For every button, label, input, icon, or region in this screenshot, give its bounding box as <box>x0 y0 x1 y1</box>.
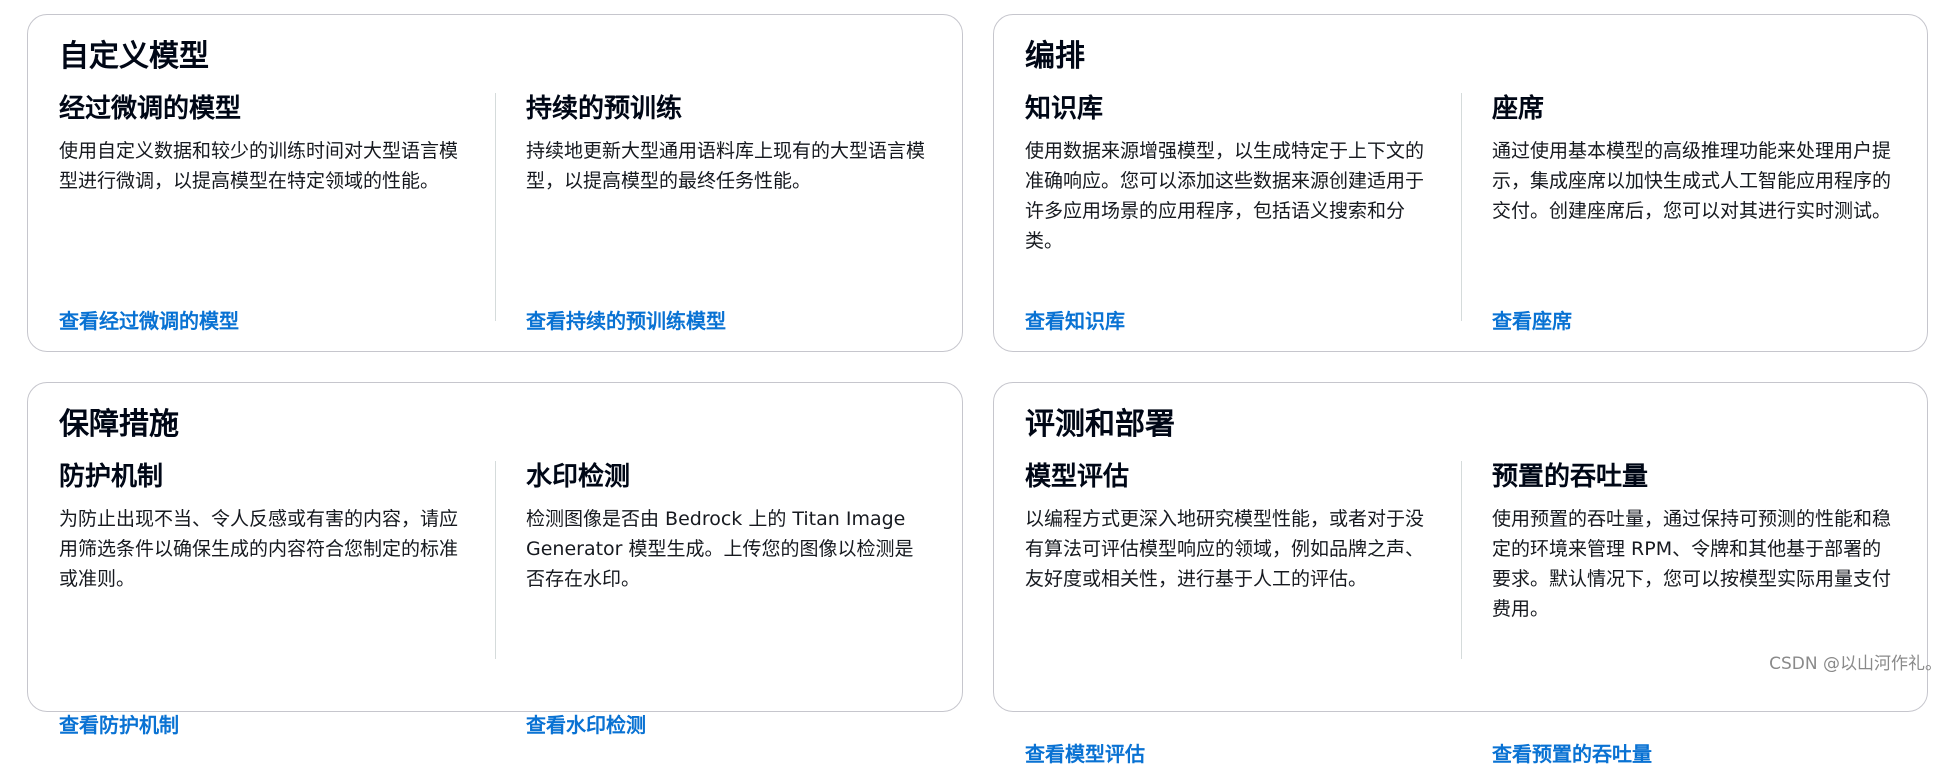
card-title: 自定义模型 <box>59 39 209 74</box>
feature-guardrails: 防护机制 为防止出现不当、令人反感或有害的内容，请应用筛选条件以确保生成的内容符… <box>59 461 459 737</box>
feature-description: 以编程方式更深入地研究模型性能，或者对于没有算法可评估模型响应的领域，例如品牌之… <box>1025 507 1425 590</box>
view-continued-pretraining-link[interactable]: 查看持续的预训练模型 <box>526 305 726 334</box>
safeguards-card: 保障措施 防护机制 为防止出现不当、令人反感或有害的内容，请应用筛选条件以确保生… <box>27 382 963 737</box>
feature-description: 使用数据来源增强模型，以生成特定于上下文的准确响应。您可以添加这些数据来源创建适… <box>1025 139 1425 252</box>
feature-title: 预置的吞吐量 <box>1492 462 1649 492</box>
feature-model-evaluation: 模型评估 以编程方式更深入地研究模型性能，或者对于没有算法可评估模型响应的领域，… <box>1025 461 1425 766</box>
feature-fine-tuned-models: 经过微调的模型 使用自定义数据和较少的训练时间对大型语言模型进行微调，以提高模型… <box>59 93 459 333</box>
card-title: 编排 <box>1025 39 1085 74</box>
view-fine-tuned-models-link[interactable]: 查看经过微调的模型 <box>59 305 239 334</box>
view-guardrails-link[interactable]: 查看防护机制 <box>59 709 179 738</box>
feature-title: 防护机制 <box>59 462 164 492</box>
feature-description: 使用自定义数据和较少的训练时间对大型语言模型进行微调，以提高模型在特定领域的性能… <box>59 139 459 192</box>
feature-agents: 座席 通过使用基本模型的高级推理功能来处理用户提示，集成座席以加快生成式人工智能… <box>1492 93 1892 333</box>
feature-title: 持续的预训练 <box>526 94 683 124</box>
column-divider <box>495 461 496 659</box>
feature-provisioned-throughput: 预置的吞吐量 使用预置的吞吐量，通过保持可预测的性能和稳定的环境来管理 RPM、… <box>1492 461 1892 766</box>
feature-watermark-detection: 水印检测 检测图像是否由 Bedrock 上的 Titan Image Gene… <box>526 461 926 737</box>
feature-title: 经过微调的模型 <box>59 94 242 124</box>
feature-title: 座席 <box>1492 94 1545 124</box>
feature-description: 检测图像是否由 Bedrock 上的 Titan Image Generator… <box>526 507 914 590</box>
feature-continued-pretraining: 持续的预训练 持续地更新大型通用语料库上现有的大型语言模型，以提高模型的最终任务… <box>526 93 926 333</box>
column-divider <box>1461 93 1462 321</box>
custom-models-card: 自定义模型 经过微调的模型 使用自定义数据和较少的训练时间对大型语言模型进行微调… <box>27 14 963 352</box>
feature-title: 知识库 <box>1025 94 1104 124</box>
csdn-watermark: CSDN @以山河作礼。 <box>1769 654 1942 674</box>
view-knowledge-bases-link[interactable]: 查看知识库 <box>1025 305 1125 334</box>
view-provisioned-throughput-link[interactable]: 查看预置的吞吐量 <box>1492 738 1652 767</box>
view-model-evaluation-link[interactable]: 查看模型评估 <box>1025 738 1145 767</box>
column-divider <box>1461 461 1462 659</box>
feature-description: 为防止出现不当、令人反感或有害的内容，请应用筛选条件以确保生成的内容符合您制定的… <box>59 507 459 590</box>
feature-description: 持续地更新大型通用语料库上现有的大型语言模型，以提高模型的最终任务性能。 <box>526 139 926 192</box>
view-agents-link[interactable]: 查看座席 <box>1492 305 1572 334</box>
feature-title: 模型评估 <box>1025 462 1130 492</box>
feature-title: 水印检测 <box>526 462 631 492</box>
column-divider <box>495 93 496 321</box>
orchestration-card: 编排 知识库 使用数据来源增强模型，以生成特定于上下文的准确响应。您可以添加这些… <box>993 14 1928 352</box>
feature-description: 通过使用基本模型的高级推理功能来处理用户提示，集成座席以加快生成式人工智能应用程… <box>1492 139 1892 222</box>
feature-knowledge-bases: 知识库 使用数据来源增强模型，以生成特定于上下文的准确响应。您可以添加这些数据来… <box>1025 93 1425 333</box>
feature-description: 使用预置的吞吐量，通过保持可预测的性能和稳定的环境来管理 RPM、令牌和其他基于… <box>1492 507 1892 620</box>
card-title: 保障措施 <box>59 407 179 442</box>
view-watermark-detection-link[interactable]: 查看水印检测 <box>526 709 646 738</box>
card-title: 评测和部署 <box>1025 407 1175 442</box>
